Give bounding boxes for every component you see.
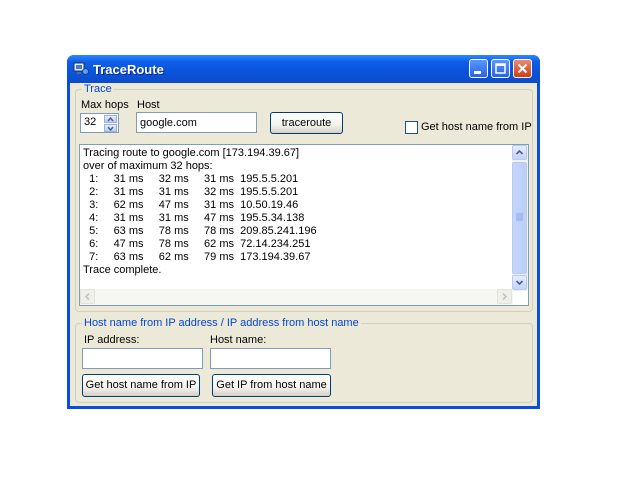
get-host-name-button[interactable]: Get host name from IP <box>82 374 200 397</box>
horizontal-scrollbar[interactable] <box>80 289 513 305</box>
minimize-button[interactable] <box>469 59 488 78</box>
output-line: 2: 31 ms 31 ms 32 ms 195.5.5.201 <box>83 186 299 198</box>
window-client-area: Trace Max hops Host 32 traceroute Get ho… <box>70 83 537 406</box>
get-ip-button[interactable]: Get IP from host name <box>212 374 331 397</box>
close-icon <box>517 63 528 74</box>
scroll-down-button[interactable] <box>512 275 527 290</box>
scroll-right-button[interactable] <box>497 289 512 304</box>
chevron-left-icon <box>84 292 90 301</box>
host-name-input[interactable] <box>210 348 331 369</box>
chevron-right-icon <box>502 292 508 301</box>
host-name-label: Host name: <box>210 334 267 346</box>
window-title: TraceRoute <box>93 62 164 77</box>
grip-icon <box>516 213 523 221</box>
vertical-scrollbar[interactable] <box>512 145 528 291</box>
close-button[interactable] <box>513 59 532 78</box>
output-line: 5: 63 ms 78 ms 78 ms 209.85.241.196 <box>83 225 317 237</box>
trace-output-text: Tracing route to google.com [173.194.39.… <box>83 147 317 277</box>
traceroute-button[interactable]: traceroute <box>270 112 343 134</box>
chevron-down-icon <box>107 126 114 131</box>
max-hops-label: Max hops <box>81 99 129 111</box>
traceroute-app-icon <box>73 62 89 75</box>
output-line: 1: 31 ms 32 ms 31 ms 195.5.5.201 <box>83 173 299 185</box>
output-line: 6: 47 ms 78 ms 62 ms 72.14.234.251 <box>83 238 311 250</box>
output-line: 3: 62 ms 47 ms 31 ms 10.50.19.46 <box>83 199 299 211</box>
trace-output-area[interactable]: Tracing route to google.com [173.194.39.… <box>79 144 529 306</box>
scrollbar-thumb[interactable] <box>512 162 527 274</box>
get-host-name-checkbox[interactable] <box>405 121 418 134</box>
lookup-group: Host name from IP address / IP address f… <box>75 317 533 403</box>
host-input[interactable] <box>136 112 257 133</box>
trace-group: Trace Max hops Host 32 traceroute Get ho… <box>75 83 533 312</box>
max-hops-stepper[interactable]: 32 <box>80 113 119 133</box>
traceroute-window: TraceRoute Trace Max hops Host 32 google… <box>67 55 540 409</box>
output-line: 7: 63 ms 62 ms 79 ms 173.194.39.67 <box>83 251 311 263</box>
ip-address-label: IP address: <box>84 334 140 346</box>
trace-group-legend: Trace <box>82 83 114 95</box>
scroll-up-button[interactable] <box>512 145 527 160</box>
spin-up-button[interactable] <box>104 115 117 123</box>
lookup-group-legend: Host name from IP address / IP address f… <box>82 317 361 329</box>
maximize-icon <box>495 63 506 74</box>
output-line: Tracing route to google.com [173.194.39.… <box>83 147 300 159</box>
title-bar[interactable]: TraceRoute <box>67 55 540 83</box>
scroll-left-button[interactable] <box>80 289 95 304</box>
output-line: 4: 31 ms 31 ms 47 ms 195.5.34.138 <box>83 212 305 224</box>
output-line: over of maximum 32 hops: <box>83 160 213 172</box>
get-host-name-checkbox-label[interactable]: Get host name from IP <box>421 121 532 133</box>
maximize-button[interactable] <box>491 59 510 78</box>
host-label: Host <box>137 99 160 111</box>
minimize-icon <box>474 71 481 74</box>
chevron-down-icon <box>515 280 524 286</box>
max-hops-value: 32 <box>84 116 97 128</box>
spin-down-button[interactable] <box>104 124 117 132</box>
chevron-up-icon <box>107 116 114 122</box>
output-line: Trace complete. <box>83 264 162 276</box>
chevron-up-icon <box>515 149 524 155</box>
ip-address-input[interactable] <box>82 348 203 369</box>
